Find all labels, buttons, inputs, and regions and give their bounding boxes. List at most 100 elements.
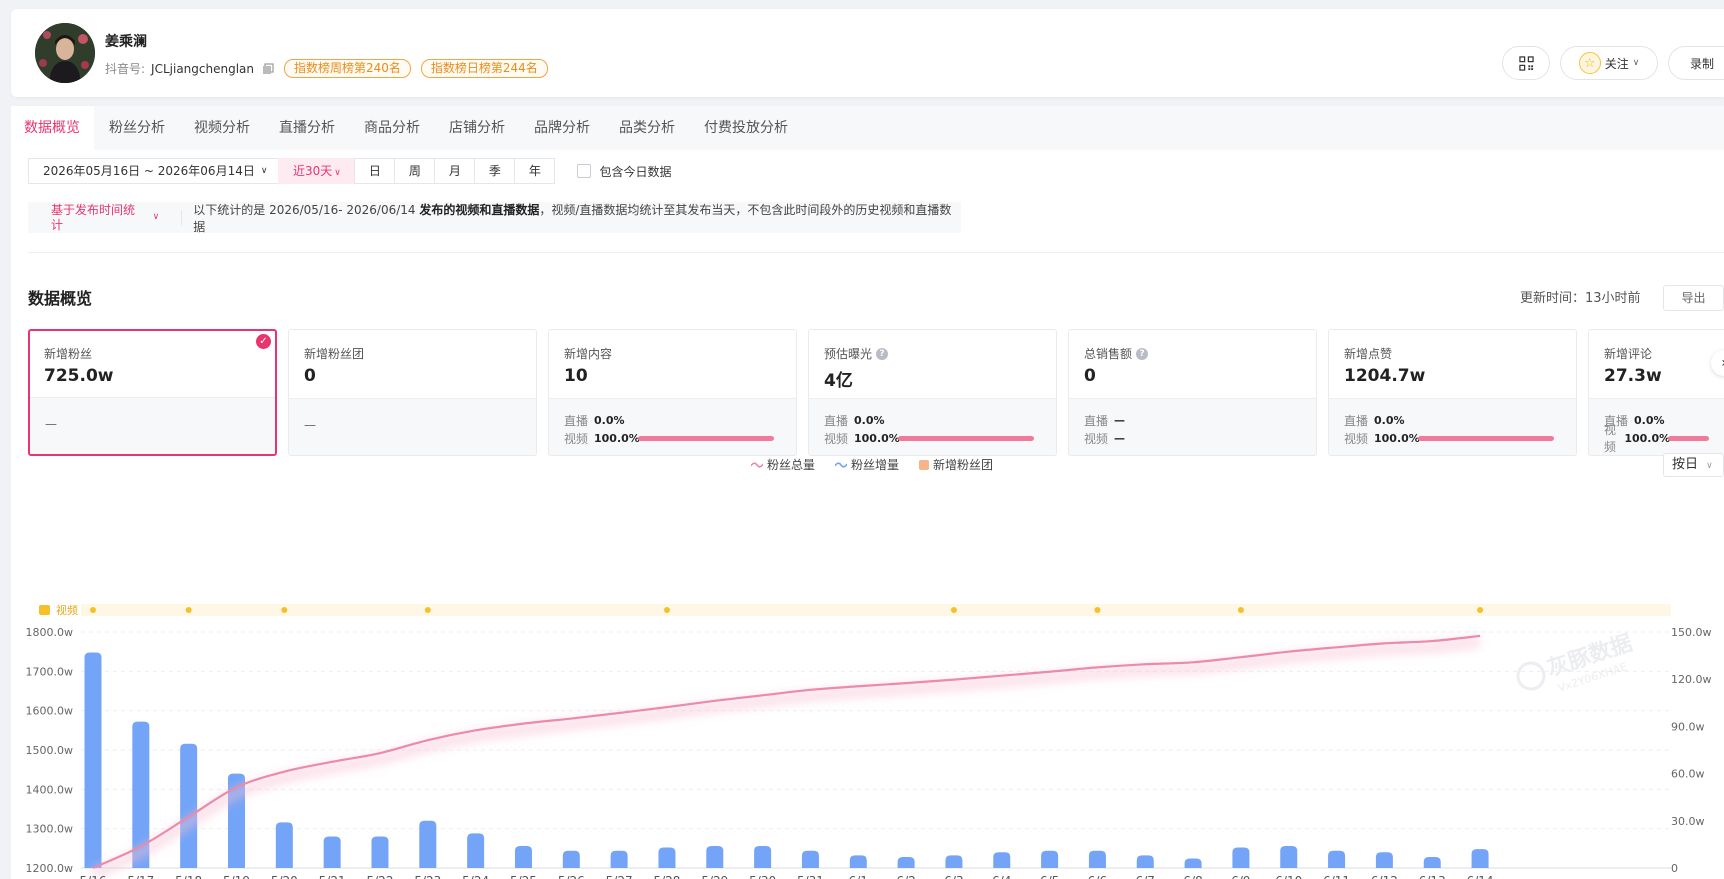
- period-quarter[interactable]: 季: [474, 158, 516, 184]
- star-icon: ☆: [1578, 52, 1601, 74]
- tab-video-analysis[interactable]: 视频分析: [181, 106, 264, 150]
- export-button[interactable]: 导出: [1663, 285, 1724, 311]
- video-label: 视频: [564, 431, 589, 446]
- include-today-checkbox[interactable]: [577, 164, 592, 178]
- legend-total-fans[interactable]: 粉丝总量: [751, 456, 815, 473]
- metric-card-total-sales[interactable]: 总销售额? 0 直播 — 视频 —: [1068, 329, 1317, 456]
- x-tick-label: 6/4: [992, 874, 1011, 879]
- date-range-picker[interactable]: 2026年05月16日 ~ 2026年06月14日 ∨: [28, 158, 280, 184]
- metric-card-estimated-exposure[interactable]: 预估曝光? 4亿 直播 0.0% 视频 100.0%: [808, 329, 1057, 456]
- video-share-bar: [1418, 435, 1554, 441]
- bar: [275, 822, 293, 868]
- bar: [84, 652, 102, 868]
- period-year[interactable]: 年: [514, 158, 556, 184]
- metric-empty: —: [304, 418, 316, 432]
- qr-code-button[interactable]: [1502, 46, 1550, 80]
- chevron-down-icon: ∨: [1706, 461, 1713, 471]
- stat-notice: 基于发布时间统计 ∨ 以下统计的是 2026/05/16- 2026/06/14…: [28, 201, 961, 235]
- daily-rank-badge[interactable]: 指数榜日榜第244名: [420, 59, 548, 78]
- y-right-tick-label: 120.0w: [1671, 673, 1712, 686]
- period-week[interactable]: 周: [394, 158, 436, 184]
- bar: [754, 845, 772, 868]
- video-share-bar: [1668, 435, 1709, 441]
- y-left-tick-label: 1700.0w: [26, 665, 74, 678]
- follow-button[interactable]: ☆ 关注 ∨: [1560, 46, 1658, 80]
- granularity-select[interactable]: 按日 ∨: [1663, 453, 1724, 477]
- video-marker: [663, 607, 670, 613]
- bar: [897, 856, 915, 868]
- weekly-rank-badge[interactable]: 指数榜周榜第240名: [284, 59, 411, 78]
- legend-fans-increment[interactable]: 粉丝增量: [835, 456, 899, 473]
- period-label: 近30天: [293, 164, 333, 178]
- video-marker: [424, 607, 431, 613]
- metric-value: 4亿: [824, 371, 853, 391]
- metric-value: 725.0w: [44, 366, 114, 386]
- tab-store-analysis[interactable]: 店铺分析: [436, 106, 519, 150]
- chevron-down-icon: ∨: [152, 212, 160, 222]
- video-label: 视频: [1084, 431, 1109, 446]
- video-marker: [90, 607, 96, 613]
- tab-product-analysis[interactable]: 商品分析: [351, 106, 434, 150]
- y-left-tick-label: 1600.0w: [26, 705, 74, 718]
- watermark: 灰豚数据Vx2Y06XHAE: [1516, 630, 1636, 695]
- tab-brand-analysis[interactable]: 品牌分析: [521, 106, 604, 150]
- stat-basis-select[interactable]: 基于发布时间统计 ∨: [28, 203, 183, 232]
- metric-card-new-likes[interactable]: 新增点赞 1204.7w 直播 0.0% 视频 100.0%: [1328, 329, 1577, 456]
- bar: [801, 850, 819, 868]
- bar: [1136, 855, 1154, 868]
- metric-label: 新增点赞: [1344, 347, 1393, 361]
- metric-card-new-fan-club[interactable]: 新增粉丝团 0 —: [288, 329, 537, 456]
- copy-icon[interactable]: [262, 62, 274, 75]
- y-left-tick-label: 1500.0w: [26, 744, 74, 757]
- follow-label: 关注: [1604, 56, 1629, 71]
- qr-code-icon: [1518, 55, 1534, 71]
- tab-category-analysis[interactable]: 品类分析: [606, 106, 689, 150]
- video-track-icon: [39, 605, 50, 615]
- metric-value: 27.3w: [1604, 366, 1662, 386]
- tab-data-overview[interactable]: 数据概览: [11, 106, 94, 150]
- bar: [1375, 852, 1393, 868]
- record-button[interactable]: 录制: [1668, 46, 1724, 80]
- x-tick-label: 5/24: [462, 874, 489, 879]
- notice-text-bold: 发布的视频和直播数据: [419, 202, 540, 217]
- video-label: 视频: [1604, 423, 1617, 454]
- x-tick-label: 5/17: [127, 874, 154, 879]
- include-today-toggle[interactable]: 包含今日数据: [577, 163, 671, 180]
- tab-paid-ads-analysis[interactable]: 付费投放分析: [691, 106, 802, 150]
- tab-bar: 数据概览 粉丝分析 视频分析 直播分析 商品分析 店铺分析 品牌分析 品类分析 …: [11, 106, 1724, 150]
- avatar[interactable]: [35, 23, 95, 83]
- bar: [323, 836, 341, 868]
- bar: [1184, 858, 1202, 868]
- profile-id-value: JCLjiangchenglan: [151, 61, 254, 76]
- y-right-tick-label: 150.0w: [1671, 626, 1712, 639]
- x-tick-label: 6/1: [849, 874, 868, 879]
- bar: [945, 855, 963, 868]
- period-last-30-days[interactable]: 近30天 ∨: [278, 158, 356, 184]
- x-tick-label: 5/29: [701, 874, 728, 879]
- bar: [993, 852, 1011, 868]
- bar: [1471, 849, 1489, 868]
- metric-card-new-comments[interactable]: 新增评论 27.3w 直播 0.0% 视频 100.0%: [1588, 329, 1724, 456]
- wave-icon: [751, 461, 763, 468]
- x-tick-label: 6/8: [1183, 874, 1202, 879]
- metric-card-new-fans[interactable]: 新增粉丝 725.0w — ✓: [28, 329, 277, 456]
- period-day[interactable]: 日: [354, 158, 396, 184]
- x-tick-label: 5/18: [175, 874, 202, 879]
- notice-text: 以下统计的是 2026/05/16- 2026/06/14 发布的视频和直播数据…: [182, 201, 961, 235]
- tab-live-analysis[interactable]: 直播分析: [266, 106, 349, 150]
- help-icon[interactable]: ?: [1136, 347, 1149, 360]
- metric-card-new-content[interactable]: 新增内容 10 直播 0.0% 视频 100.0%: [548, 329, 797, 456]
- line-shadow: [90, 636, 1481, 879]
- tab-fans-analysis[interactable]: 粉丝分析: [96, 106, 179, 150]
- metric-empty: —: [45, 417, 57, 431]
- stat-basis-label: 基于发布时间统计: [51, 202, 136, 232]
- video-share: —: [1114, 431, 1125, 445]
- video-marker: [185, 607, 192, 613]
- help-icon[interactable]: ?: [876, 347, 889, 360]
- legend-new-fan-club[interactable]: 新增粉丝团: [919, 456, 993, 473]
- bar: [610, 850, 628, 868]
- period-month[interactable]: 月: [434, 158, 476, 184]
- video-marker: [1237, 607, 1244, 613]
- video-track: [81, 604, 1671, 616]
- live-label: 直播: [824, 413, 849, 428]
